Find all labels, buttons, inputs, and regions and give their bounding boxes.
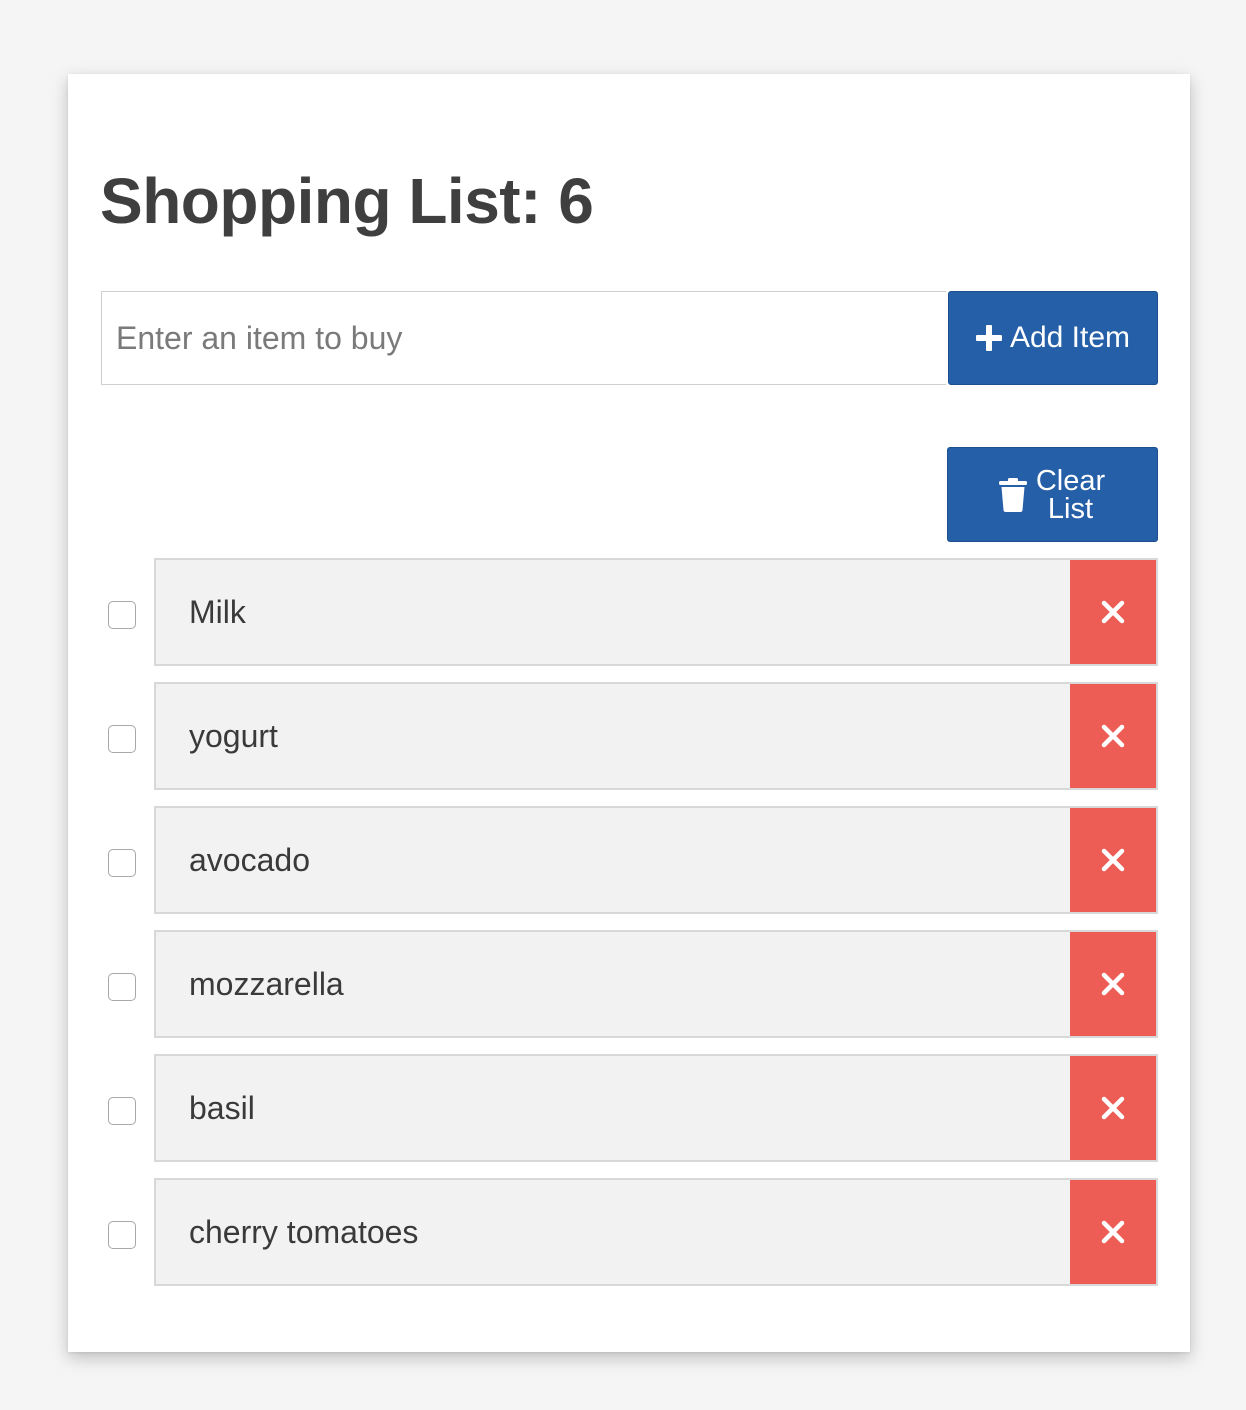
close-icon [1101,1096,1125,1120]
trash-icon [998,477,1027,512]
close-icon [1101,600,1125,624]
list-item: mozzarella [101,930,1158,1038]
item-checkbox[interactable] [108,725,136,753]
list-item: yogurt [101,682,1158,790]
item-label[interactable]: cherry tomatoes [154,1178,1070,1286]
item-label[interactable]: avocado [154,806,1070,914]
item-checkbox[interactable] [108,1221,136,1249]
item-checkbox[interactable] [108,849,136,877]
item-input[interactable] [101,291,946,385]
plus-icon [975,325,1002,351]
item-label[interactable]: yogurt [154,682,1070,790]
delete-item-button[interactable] [1070,1178,1158,1286]
close-icon [1101,1220,1125,1244]
close-icon [1101,972,1125,996]
delete-item-button[interactable] [1070,930,1158,1038]
item-label[interactable]: Milk [154,558,1070,666]
close-icon [1101,724,1125,748]
clear-list-label: Clear List [1035,464,1106,525]
delete-item-button[interactable] [1070,806,1158,914]
item-checkbox[interactable] [108,973,136,1001]
list-item: cherry tomatoes [101,1178,1158,1286]
add-item-button[interactable]: Add Item [948,291,1158,385]
delete-item-button[interactable] [1070,558,1158,666]
list-item: basil [101,1054,1158,1162]
page-title: Shopping List: 6 [100,165,594,237]
item-checkbox[interactable] [108,601,136,629]
shopping-list-card: Shopping List: 6 Add Item Clear List Mil… [68,74,1190,1352]
add-item-label: Add Item [1009,321,1131,354]
close-icon [1101,848,1125,872]
add-item-form: Add Item [101,291,1158,385]
item-checkbox[interactable] [108,1097,136,1125]
item-label[interactable]: basil [154,1054,1070,1162]
delete-item-button[interactable] [1070,1054,1158,1162]
item-label[interactable]: mozzarella [154,930,1070,1038]
list-item: avocado [101,806,1158,914]
list-item: Milk [101,558,1158,666]
delete-item-button[interactable] [1070,682,1158,790]
shopping-items-list: Milk yogurt avocado mozzarella basil cherry t… [101,558,1158,1302]
clear-list-button[interactable]: Clear List [947,447,1158,542]
